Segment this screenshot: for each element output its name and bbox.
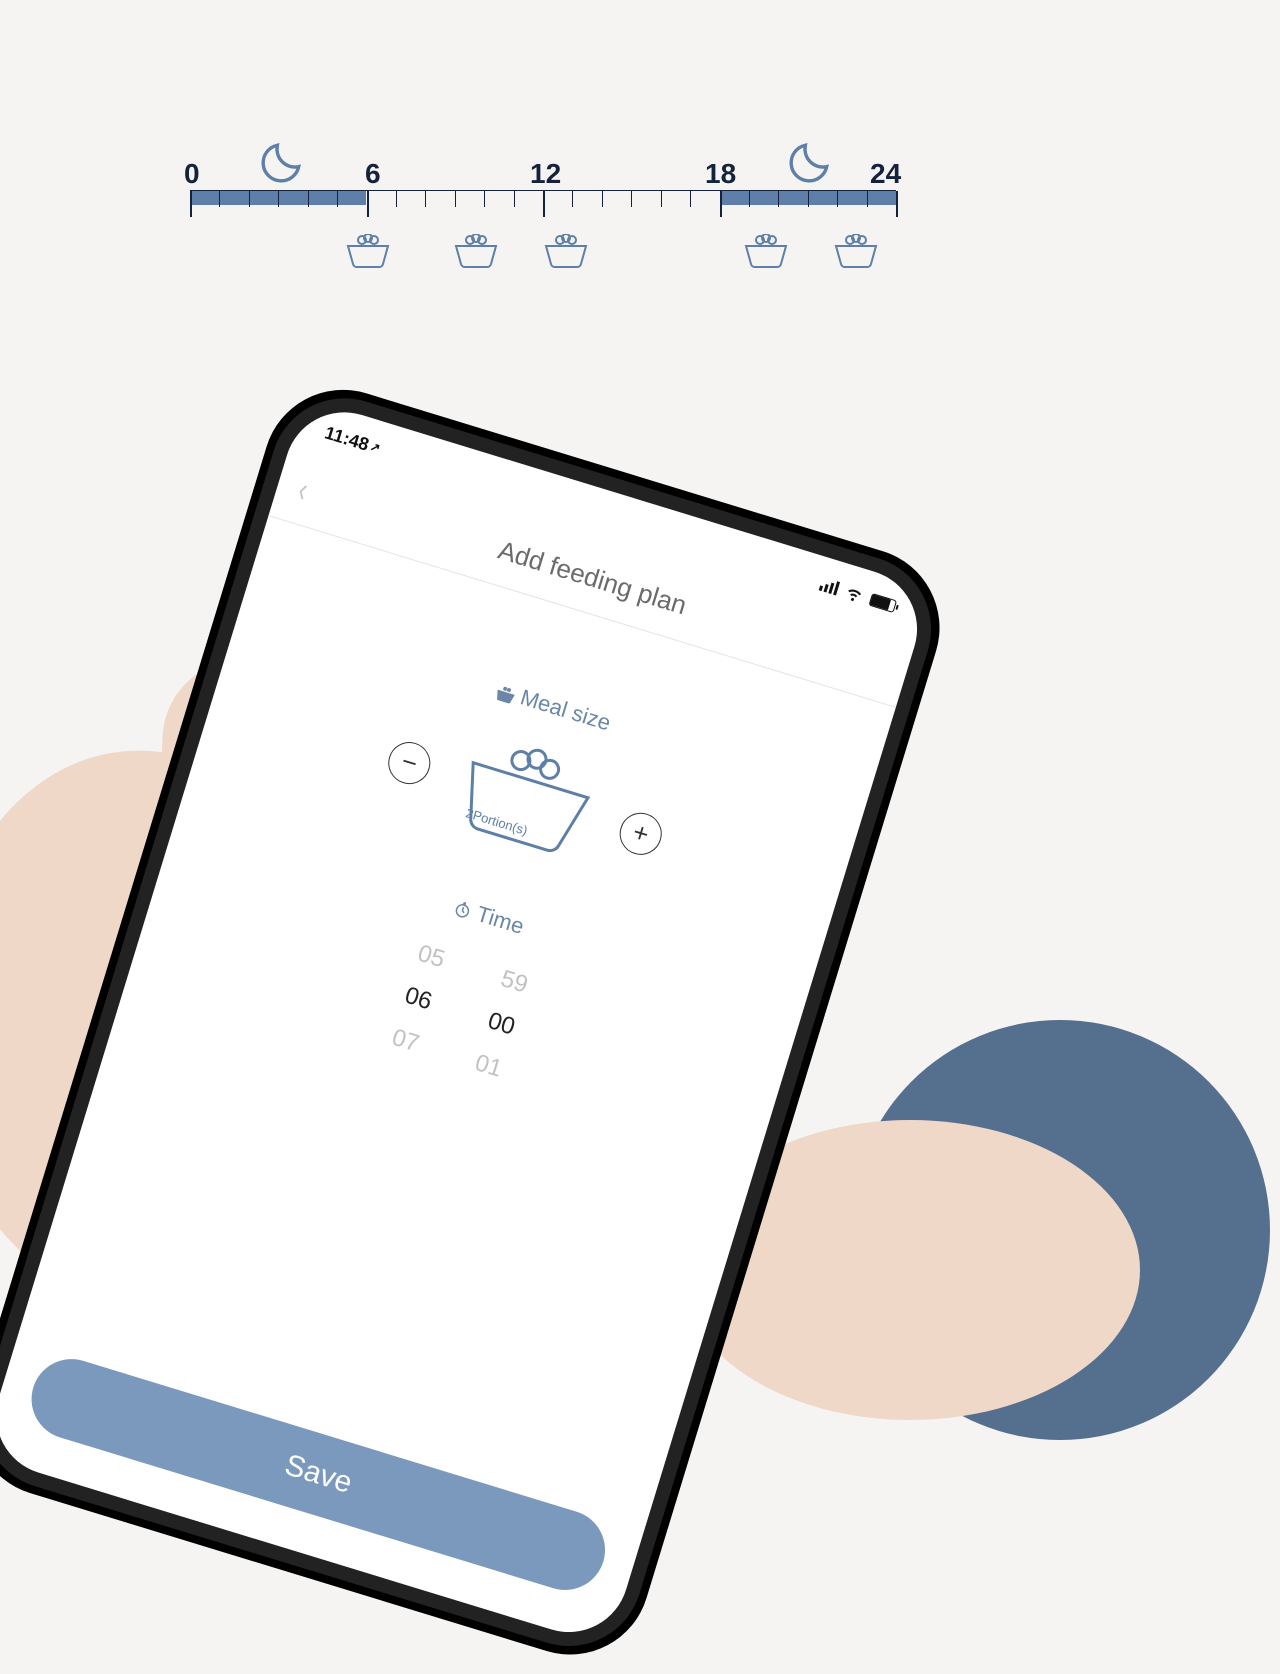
bowl-icon xyxy=(742,234,790,273)
status-time: 11:48 xyxy=(322,422,371,455)
signal-icon xyxy=(819,577,840,596)
timeline-label: 18 xyxy=(705,158,736,190)
bowl-icon xyxy=(452,234,500,273)
picker-minute[interactable]: 59 xyxy=(497,965,531,1000)
timeline-label: 6 xyxy=(365,158,381,190)
bowl-icon xyxy=(542,234,590,273)
picker-hour-selected[interactable]: 06 xyxy=(401,982,435,1017)
phone-mockup: 11:48 ↗ ‹ Add feeding plan Meal size − 2… xyxy=(0,370,959,1674)
picker-hour[interactable]: 07 xyxy=(389,1024,423,1059)
bowl-icon xyxy=(344,234,392,273)
timeline-label: 0 xyxy=(184,158,200,190)
picker-minute-selected[interactable]: 00 xyxy=(484,1007,518,1042)
decrease-portion-button[interactable]: − xyxy=(383,736,435,788)
moon-icon xyxy=(784,134,838,193)
timeline-label: 24 xyxy=(870,158,901,190)
wifi-icon xyxy=(843,583,865,605)
timeline-label: 12 xyxy=(530,158,561,190)
clock-icon xyxy=(451,899,473,921)
moon-icon xyxy=(256,134,310,193)
battery-icon xyxy=(869,592,898,612)
bowl-icon xyxy=(832,234,880,273)
portion-display: 2Portion(s) xyxy=(443,727,608,868)
picker-minute[interactable]: 01 xyxy=(472,1049,506,1084)
bowl-icon xyxy=(493,683,517,704)
increase-portion-button[interactable]: + xyxy=(615,807,667,859)
back-button[interactable]: ‹ xyxy=(294,469,313,511)
picker-hour[interactable]: 05 xyxy=(414,940,448,975)
phone-screen: 11:48 ↗ ‹ Add feeding plan Meal size − 2… xyxy=(0,397,932,1646)
